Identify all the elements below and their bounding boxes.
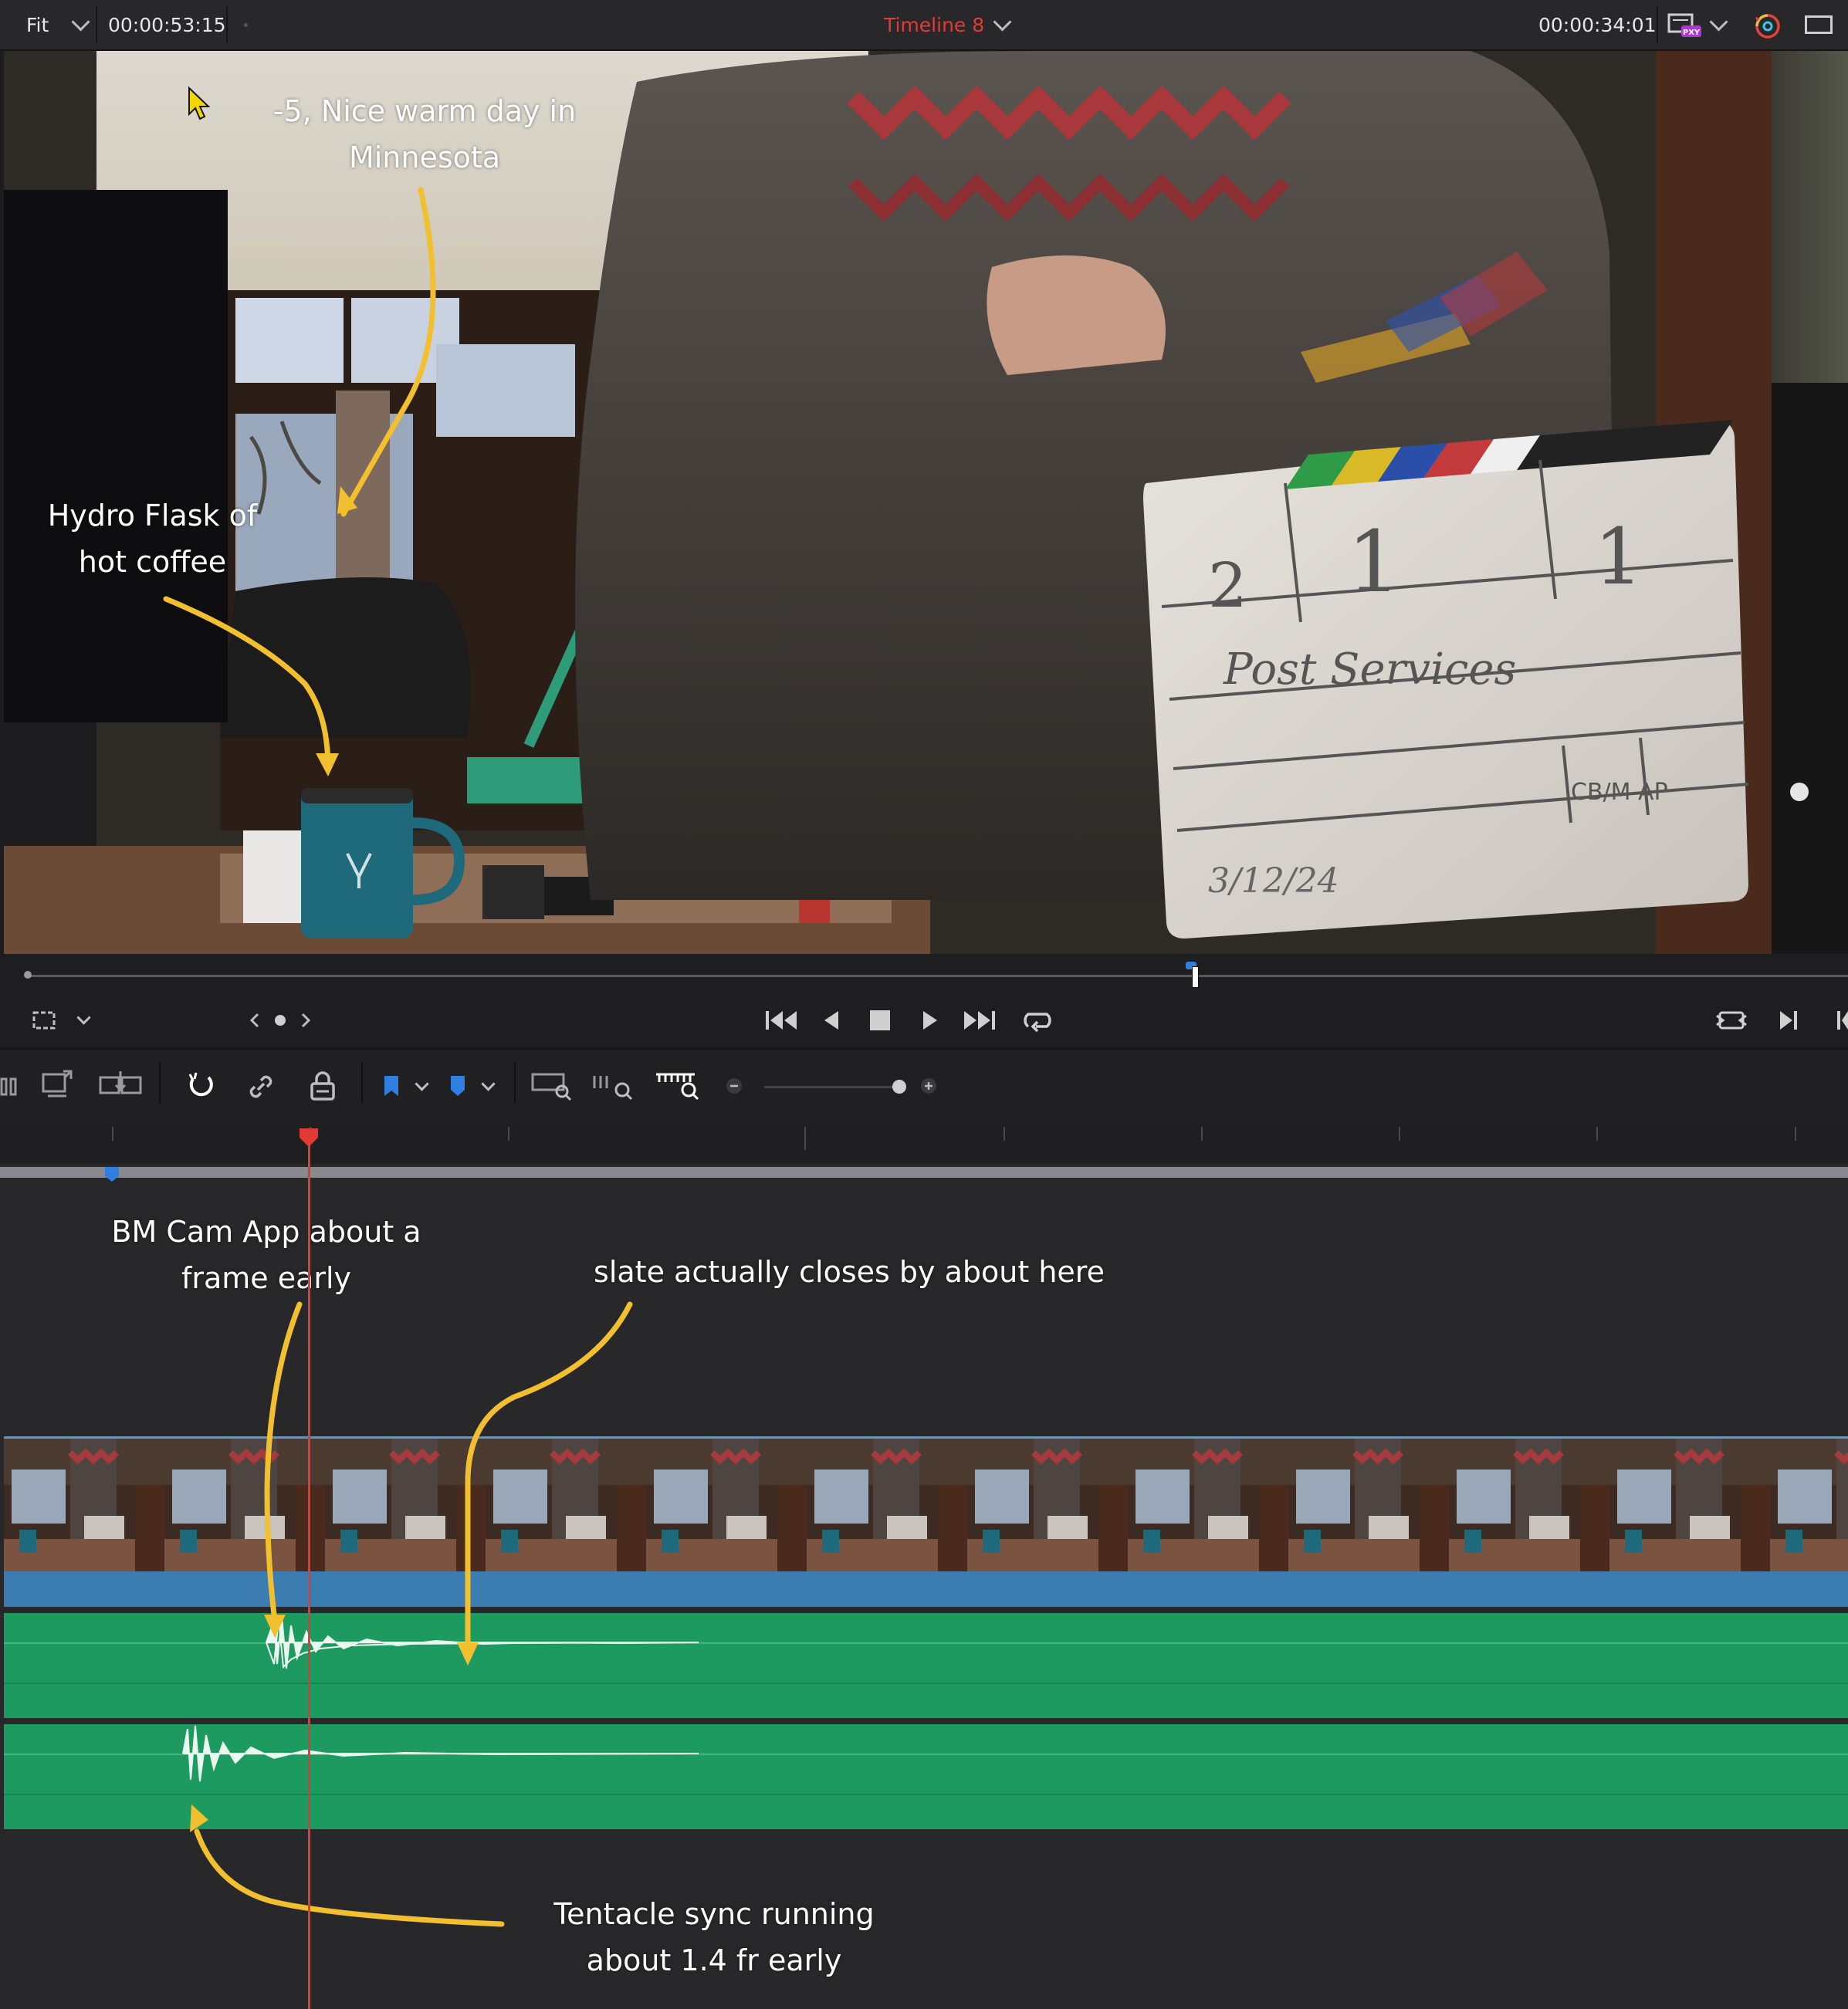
position-lock-icon[interactable] [307, 1070, 338, 1104]
annotation-flask: Hydro Flask of hot coffee [47, 499, 258, 579]
flag-icon[interactable] [381, 1073, 401, 1099]
slate-roll: 2 [1208, 550, 1247, 621]
zoom-out-icon[interactable] [726, 1077, 743, 1094]
divider [96, 6, 97, 43]
slate-cam: CB/M AP [1571, 779, 1668, 806]
record-timecode: 00:00:34:01 [1538, 14, 1657, 36]
annotation-weather: -5, Nice warm day in Minnesota [272, 94, 577, 174]
scrub-playhead[interactable] [1192, 966, 1199, 988]
zoom-custom-icon[interactable] [655, 1070, 701, 1101]
snapping-icon[interactable] [185, 1070, 216, 1101]
zoom-slider-handle[interactable] [892, 1080, 906, 1094]
timeline-name-dropdown[interactable]: Timeline 8 [884, 14, 984, 36]
stop-icon[interactable] [870, 1010, 890, 1030]
zoom-in-icon[interactable] [920, 1077, 937, 1094]
transport-bar [0, 954, 1848, 1047]
proxy-icon[interactable]: PXY [1667, 12, 1701, 39]
play-icon[interactable] [919, 1008, 940, 1033]
nav-dots-icon[interactable] [247, 1011, 316, 1030]
step-back-icon[interactable] [821, 1008, 843, 1033]
marker-chevron-icon[interactable] [481, 1077, 496, 1091]
timeline-toolbar [0, 1048, 1848, 1128]
divider [226, 6, 228, 43]
slate-date: 3/12/24 [1208, 861, 1339, 901]
divider [1657, 6, 1658, 43]
zoom-full-icon[interactable] [531, 1070, 573, 1101]
zoom-detail-icon[interactable] [593, 1070, 635, 1101]
marker-icon[interactable] [448, 1073, 468, 1099]
playhead-handle-icon[interactable] [298, 1127, 320, 1148]
scrub-track[interactable] [28, 975, 1848, 977]
proxy-chevron-icon[interactable] [1709, 12, 1728, 32]
video-frame: 2 1 1 Post Services CB/M AP 3/12/24 [4, 51, 1848, 954]
viewer-mode-icon[interactable] [1805, 15, 1833, 34]
replace-clip-icon[interactable] [97, 1068, 144, 1101]
video-viewer[interactable]: 2 1 1 Post Services CB/M AP 3/12/24 -5, … [4, 51, 1848, 954]
timeline-chevron-icon[interactable] [993, 12, 1012, 32]
status-dot-icon [244, 23, 248, 27]
link-icon[interactable] [245, 1071, 276, 1102]
slate-scene: 1 [1347, 512, 1401, 611]
crop-chevron-icon[interactable] [76, 1010, 91, 1025]
annotation-slate-close: slate actually closes by about here [594, 1255, 1105, 1289]
slate-take: 1 [1594, 512, 1643, 602]
slate-production: Post Services [1223, 644, 1516, 695]
overwrite-clip-icon[interactable] [40, 1068, 76, 1101]
next-edit-icon[interactable] [1777, 1008, 1800, 1033]
zoom-dropdown[interactable]: Fit [26, 14, 49, 36]
loop-icon[interactable] [1020, 1006, 1054, 1034]
timeline-playhead[interactable] [308, 1135, 310, 2009]
match-frame-icon[interactable] [1715, 1008, 1748, 1033]
color-scope-icon[interactable] [1752, 11, 1783, 42]
zoom-slider-track[interactable] [764, 1086, 903, 1088]
trim-tool-icon[interactable] [0, 1073, 19, 1101]
scrub-start-dot [24, 971, 32, 979]
jump-start-icon[interactable] [764, 1008, 798, 1033]
annotation-bm-cam: BM Cam App about a frame early [111, 1215, 421, 1295]
zoom-chevron-icon[interactable] [71, 12, 90, 32]
annotation-tentacle: Tentacle sync running about 1.4 fr early [553, 1897, 875, 1977]
crop-icon[interactable] [31, 1010, 57, 1031]
flag-chevron-icon[interactable] [415, 1077, 429, 1091]
viewer-header: Fit 00:00:53:15 Timeline 8 00:00:34:01 P… [0, 0, 1848, 51]
prev-edit-icon[interactable] [1836, 1010, 1848, 1031]
proxy-badge: PXY [1683, 29, 1701, 37]
jump-end-icon[interactable] [963, 1008, 997, 1033]
source-timecode: 00:00:53:15 [108, 14, 226, 36]
